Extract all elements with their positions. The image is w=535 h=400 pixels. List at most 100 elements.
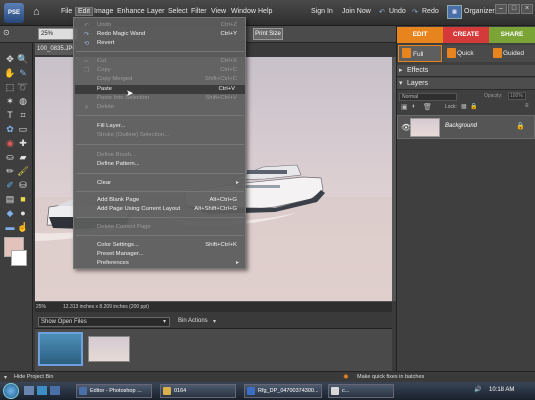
clock[interactable]: 10:18 AM xyxy=(489,387,514,393)
join-now-link[interactable]: Join Now xyxy=(342,8,371,15)
menu-edit[interactable]: Edit xyxy=(74,7,94,16)
menu-select[interactable]: Select xyxy=(168,8,187,15)
crop-icon[interactable]: ⌗ xyxy=(17,109,29,121)
menu-item-preset-manager[interactable]: Preset Manager... xyxy=(97,250,237,259)
menu-item-fill-layer[interactable]: Fill Layer... xyxy=(97,122,237,131)
lock-transparency-icon[interactable]: ▦ xyxy=(461,103,467,110)
menu-item-stroke-selection[interactable]: Stroke (Outline) Selection... xyxy=(97,131,237,140)
organizer-button[interactable]: Organizer xyxy=(464,8,495,15)
straighten-icon[interactable]: ▭ xyxy=(17,123,29,135)
menu-item-clear[interactable]: Clear xyxy=(97,179,237,188)
tab-edit[interactable]: EDIT xyxy=(397,27,443,43)
chevron-down-icon[interactable]: ▾ xyxy=(163,318,166,325)
close-icon[interactable]: × xyxy=(521,4,533,14)
expand-arrow-icon[interactable]: ▸ xyxy=(399,66,403,74)
show-open-files-select[interactable]: Show Open Files xyxy=(38,317,170,327)
collapse-arrow-icon[interactable]: ▾ xyxy=(399,79,403,87)
hide-bin-icon[interactable]: ▾ xyxy=(4,374,7,381)
menu-help[interactable]: Help xyxy=(258,8,272,15)
sponge-icon[interactable]: ● xyxy=(17,207,29,219)
type-tool-icon[interactable]: T xyxy=(4,109,16,121)
minimize-icon[interactable]: – xyxy=(495,4,507,14)
background-color-swatch[interactable] xyxy=(11,250,27,266)
menu-window[interactable]: Window xyxy=(231,8,256,15)
lock-all-icon[interactable]: 🔒 xyxy=(470,103,477,110)
layer-row[interactable]: 👁 Background 🔒 xyxy=(397,115,535,139)
cookie-cutter-icon[interactable]: ✿ xyxy=(4,123,16,135)
bin-thumbnail[interactable] xyxy=(88,336,130,362)
shape-icon[interactable]: ■ xyxy=(17,193,29,205)
new-layer-icon[interactable]: ▣ xyxy=(401,103,408,111)
show-desktop-icon[interactable] xyxy=(24,386,34,395)
document-tab[interactable]: 100_0835.JPG xyxy=(35,43,75,55)
redo-button[interactable]: Redo xyxy=(422,8,439,15)
marquee-icon[interactable]: ⬚ xyxy=(4,81,16,93)
panel-menu-icon[interactable]: ≡ xyxy=(525,103,529,109)
menu-item-preferences[interactable]: Preferences xyxy=(97,259,237,268)
bin-thumbnail-active[interactable] xyxy=(38,332,83,366)
selection-brush-icon[interactable]: ◍ xyxy=(17,95,29,107)
browser-icon[interactable] xyxy=(37,386,47,395)
taskbar-task-folder[interactable]: 0164 xyxy=(160,384,236,398)
hand-tool-icon[interactable]: ✋ xyxy=(4,67,16,79)
gradient-icon[interactable]: ▤ xyxy=(4,193,16,205)
menu-item-define-brush[interactable]: Define Brush... xyxy=(97,151,237,160)
sign-in-link[interactable]: Sign In xyxy=(311,8,333,15)
redo-icon[interactable]: ↷ xyxy=(412,8,418,16)
pse-taskbar-icon[interactable] xyxy=(50,386,60,395)
start-button-icon[interactable] xyxy=(3,383,19,399)
opacity-field[interactable]: 100% xyxy=(508,92,526,100)
menu-view[interactable]: View xyxy=(211,8,226,15)
menu-item-define-pattern[interactable]: Define Pattern... xyxy=(97,160,237,169)
chevron-down-icon[interactable]: ▾ xyxy=(213,318,216,325)
tab-share[interactable]: SHARE xyxy=(489,27,535,43)
menu-filter[interactable]: Filter xyxy=(191,8,207,15)
custom-shape-icon[interactable]: ▬ xyxy=(4,221,16,233)
effects-panel-header[interactable]: Effects xyxy=(397,65,535,77)
menu-item-copy[interactable]: Copy Ctrl+C xyxy=(97,66,237,75)
menu-item-copy-merged[interactable]: Copy Merged Shift+Ctrl+C xyxy=(97,75,237,84)
layers-panel-header[interactable]: Layers xyxy=(397,78,535,90)
menu-layer[interactable]: Layer xyxy=(147,8,165,15)
blend-mode-select[interactable]: Normal xyxy=(399,93,457,101)
menu-item-color-settings[interactable]: Color Settings... Shift+Ctrl+K xyxy=(97,241,237,250)
move-tool-icon[interactable]: ✥ xyxy=(4,53,16,65)
menu-enhance[interactable]: Enhance xyxy=(117,8,145,15)
undo-icon[interactable]: ↶ xyxy=(379,8,385,16)
bin-actions-menu[interactable]: Bin Actions xyxy=(178,318,208,324)
organizer-icon[interactable]: ▦ xyxy=(447,5,462,19)
menu-file[interactable]: File xyxy=(61,8,72,15)
menu-item-add-page-using-layout[interactable]: Add Page Using Current Layout Alt+Shift+C… xyxy=(97,205,237,214)
undo-button[interactable]: Undo xyxy=(389,8,406,15)
paint-bucket-icon[interactable]: ⛁ xyxy=(17,179,29,191)
print-size-button[interactable]: Print Size xyxy=(253,28,283,40)
taskbar-task-other[interactable]: c... xyxy=(328,384,394,398)
smudge-icon[interactable]: ☝ xyxy=(17,221,29,233)
lasso-icon[interactable]: ➰ xyxy=(17,81,29,93)
menu-item-cut[interactable]: Cut Ctrl+X xyxy=(97,57,237,66)
menu-item-undo[interactable]: Undo Ctrl+Z xyxy=(97,21,237,30)
menu-item-redo[interactable]: Redo Magic Wand Ctrl+Y xyxy=(97,30,237,39)
eraser-icon[interactable]: ▰ xyxy=(17,151,29,163)
taskbar-task-editor[interactable]: Editor - Photoshop ... xyxy=(76,384,152,398)
menu-item-revert[interactable]: Revert xyxy=(97,39,237,48)
blur-icon[interactable]: ◆ xyxy=(4,207,16,219)
hint-text[interactable]: Make quick fixes in batches xyxy=(357,374,424,380)
pencil-icon[interactable]: ✏ xyxy=(4,165,16,177)
taskbar-task-document[interactable]: Rfg_DP_04700374300... xyxy=(244,384,322,398)
clone-stamp-icon[interactable]: ⛀ xyxy=(4,151,16,163)
adjustment-layer-icon[interactable]: ◐ xyxy=(412,103,416,110)
brush-icon[interactable]: 🖌 xyxy=(17,165,29,177)
layer-name[interactable]: Background xyxy=(445,123,477,129)
menu-item-delete-current-page[interactable]: Delete Current Page xyxy=(97,223,237,232)
tab-create[interactable]: CREATE xyxy=(443,27,489,43)
maximize-icon[interactable]: □ xyxy=(508,4,520,14)
delete-layer-icon[interactable]: 🗑 xyxy=(423,103,432,111)
zoom-icon[interactable]: 🔍 xyxy=(17,53,29,65)
menu-item-add-blank-page[interactable]: Add Blank Page Alt+Ctrl+G xyxy=(97,196,237,205)
magic-wand-icon[interactable]: ✶ xyxy=(4,95,16,107)
smart-brush-icon[interactable]: ✐ xyxy=(4,179,16,191)
zoom-field[interactable]: 25% xyxy=(38,28,78,40)
menu-item-paste-into-selection[interactable]: Paste Into Selection Shift+Ctrl+V xyxy=(97,94,237,103)
volume-icon[interactable]: 🔊 xyxy=(474,386,481,393)
